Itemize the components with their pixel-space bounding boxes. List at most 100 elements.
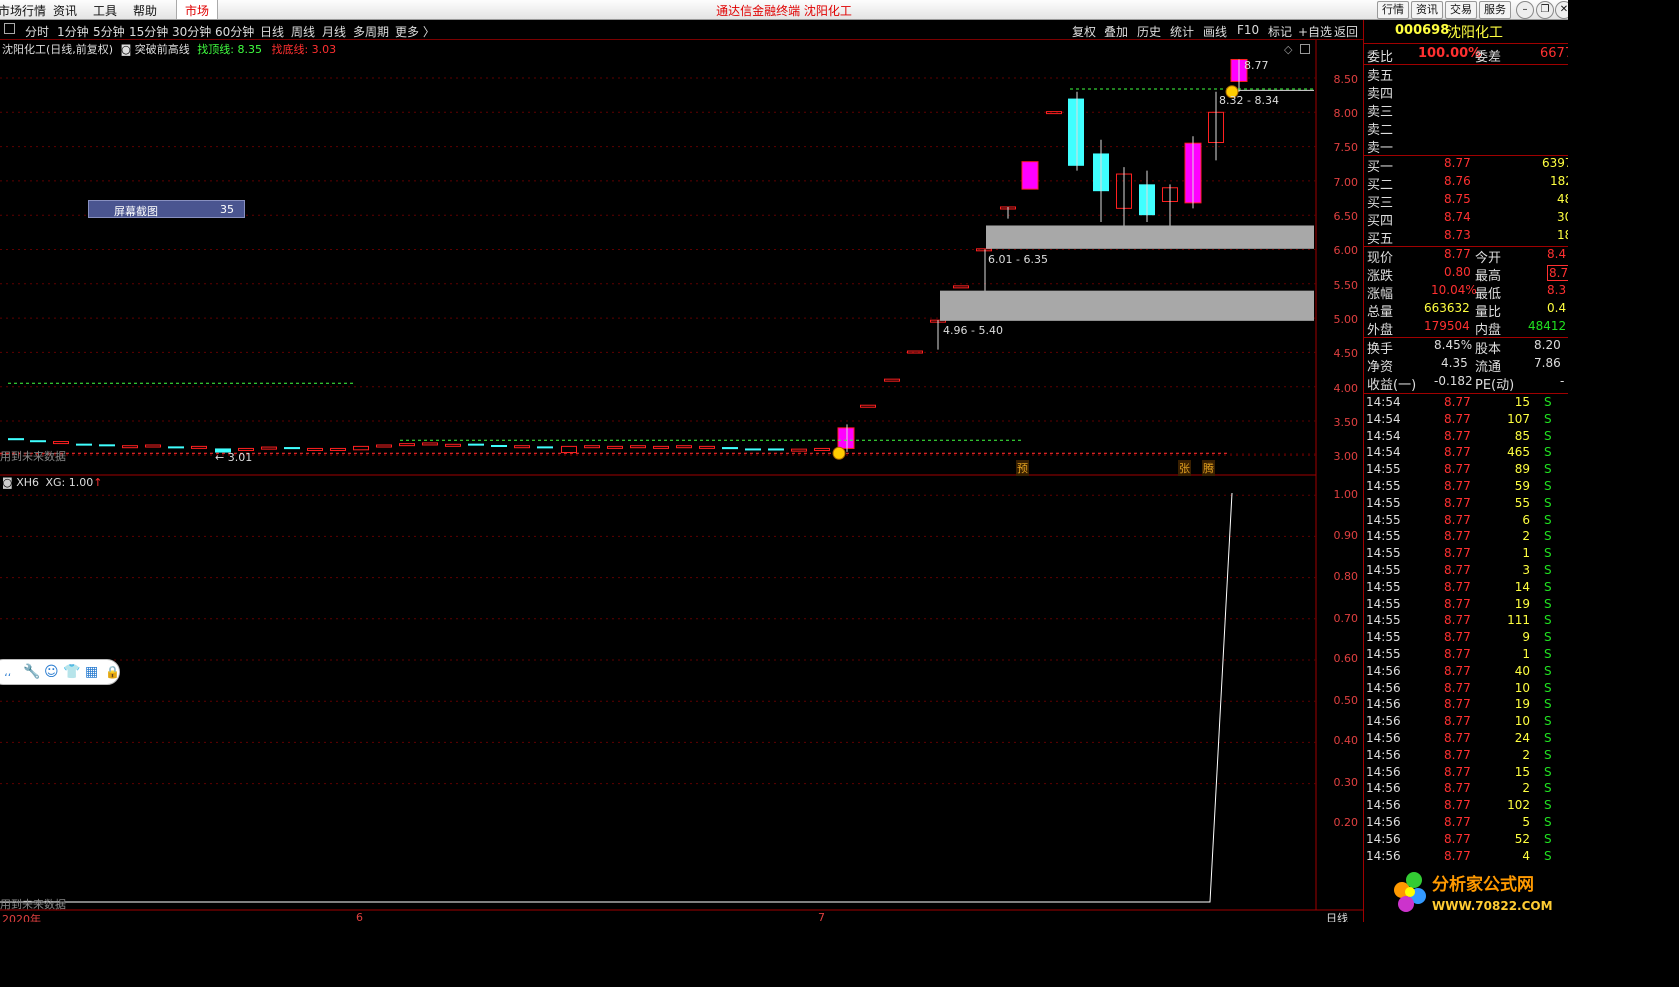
close-icon[interactable]: ✕: [1555, 1, 1568, 19]
panel-toggle-icon[interactable]: [4, 23, 15, 34]
tick-volume: 111: [1507, 613, 1530, 628]
sub-indicator-value: XG: 1.00: [45, 476, 94, 489]
f10-button[interactable]: F10: [1237, 23, 1259, 37]
tick-price: 8.77: [1444, 680, 1471, 695]
menu-news[interactable]: 资讯: [53, 2, 77, 19]
period-tick[interactable]: 分时: [25, 23, 49, 40]
sub-indicator-name: XH6: [16, 476, 39, 489]
stat-label: 总量: [1367, 305, 1394, 320]
axis-label: 1.00: [1333, 488, 1359, 501]
tick-price: 8.77: [1444, 512, 1471, 527]
tick-volume: 9: [1522, 630, 1530, 645]
screen-capture-label: 屏幕截图: [114, 205, 158, 218]
tick-price: 8.77: [1444, 697, 1471, 712]
tick-volume: 89: [1514, 462, 1530, 477]
period-15min[interactable]: 15分钟: [129, 23, 168, 40]
stat-label: PE(动): [1475, 378, 1515, 393]
tick-price: 8.77: [1444, 411, 1471, 426]
menu-help[interactable]: 帮助: [133, 2, 157, 19]
tick-row: 14:55 8.77 1 S: [1364, 647, 1568, 664]
period-5min[interactable]: 5分钟: [93, 23, 125, 40]
period-tag[interactable]: 日线: [1326, 910, 1348, 922]
axis-label: 6.50: [1333, 210, 1359, 223]
tick-side: S: [1544, 831, 1552, 846]
stat-value: 0.80: [1444, 265, 1471, 279]
axis-label: 0.60: [1333, 652, 1359, 665]
indicator-toggle-icon[interactable]: ◙: [121, 43, 132, 56]
tick-volume: 102: [1507, 798, 1530, 813]
draw-line-button[interactable]: 画线: [1203, 23, 1227, 40]
tick-row: 14:54 8.77 15 S: [1364, 395, 1568, 412]
axis-label: 0.50: [1333, 694, 1359, 707]
tick-row: 14:55 8.77 89 S: [1364, 462, 1568, 479]
history-button[interactable]: 历史: [1137, 23, 1161, 40]
tick-time: 14:55: [1366, 479, 1401, 493]
buy-level-volume: 6397: [1542, 156, 1568, 170]
tick-volume: 15: [1514, 764, 1530, 779]
tick-volume: 5: [1522, 815, 1530, 829]
watermark-logo: 分析家公式网 WWW.70822.COM: [1394, 872, 1553, 913]
back-button[interactable]: 返回: [1334, 23, 1358, 40]
candle: [1068, 98, 1084, 166]
trade-button[interactable]: 交易: [1445, 1, 1477, 19]
overlay-button[interactable]: 叠加: [1104, 23, 1128, 40]
stat-label: 内盘: [1475, 323, 1502, 338]
restore-rights-button[interactable]: 复权: [1072, 23, 1096, 40]
diamond-icon[interactable]: ◇: [1284, 43, 1292, 56]
menu-tools[interactable]: 工具: [93, 2, 117, 19]
mark-button[interactable]: 标记: [1268, 23, 1292, 40]
order-diff-label: 委差: [1475, 50, 1502, 65]
minimize-icon[interactable]: –: [1516, 1, 1534, 19]
wrench-icon[interactable]: 🔧: [23, 664, 40, 680]
screen-capture-panel[interactable]: 屏幕截图 35: [88, 200, 245, 218]
quote-icon[interactable]: ،،: [4, 666, 11, 679]
smile-icon[interactable]: ☺: [44, 664, 59, 680]
tick-price: 8.77: [1444, 579, 1471, 594]
tick-volume: 10: [1514, 714, 1530, 729]
axis-label: 0.80: [1333, 570, 1359, 583]
tick-side: S: [1544, 495, 1552, 510]
tab-market[interactable]: 市场: [176, 0, 219, 19]
period-weekly[interactable]: 周线: [291, 23, 315, 40]
candle: [768, 448, 784, 451]
shirt-icon[interactable]: 👕: [63, 664, 80, 680]
candle: [653, 445, 669, 449]
period-1min[interactable]: 1分钟: [57, 23, 89, 40]
period-more[interactable]: 更多 〉: [395, 23, 435, 40]
period-30min[interactable]: 30分钟: [172, 23, 211, 40]
low-price-label: ← 3.01: [215, 451, 253, 464]
expand-icon[interactable]: [1300, 44, 1310, 54]
sub-indicator-toggle-icon[interactable]: ◙: [2, 476, 13, 489]
statistics-button[interactable]: 统计: [1170, 23, 1194, 40]
period-monthly[interactable]: 月线: [322, 23, 346, 40]
candle: [76, 443, 92, 446]
period-60min[interactable]: 60分钟: [215, 23, 254, 40]
signal-icon: [832, 446, 846, 460]
lock-icon[interactable]: 🔒: [105, 665, 120, 679]
tick-side: S: [1544, 680, 1552, 695]
add-watchlist-button[interactable]: +自选: [1298, 23, 1332, 40]
kline-chart[interactable]: [0, 40, 1363, 922]
logo-url: WWW.70822.COM: [1432, 899, 1553, 913]
tick-time: 14:54: [1366, 411, 1401, 426]
tick-row: 14:55 8.77 55 S: [1364, 496, 1568, 513]
xg-line: [0, 492, 1233, 903]
buy-level-price: 8.75: [1444, 192, 1471, 206]
candle: [860, 404, 876, 408]
grid-icon[interactable]: ▦: [85, 664, 98, 680]
app-window: { "menubar":{ "items":["市场行情","资讯","工具",…: [0, 0, 1568, 922]
menu-market-quotes[interactable]: 市场行情: [0, 2, 46, 19]
service-button[interactable]: 服务: [1479, 1, 1511, 19]
news-button[interactable]: 资讯: [1411, 1, 1443, 19]
restore-icon[interactable]: ❐: [1536, 1, 1554, 19]
quotes-button[interactable]: 行情: [1377, 1, 1409, 19]
buy-level-price: 8.77: [1444, 156, 1471, 170]
tick-side: S: [1544, 815, 1552, 829]
period-daily[interactable]: 日线: [260, 23, 284, 40]
tick-list[interactable]: 14:54 8.77 15 S 14:54 8.77 107 S 14:54 8.77 85 S 14:…: [1364, 395, 1568, 922]
axis-label: 0.90: [1333, 529, 1359, 542]
tick-time: 14:54: [1366, 395, 1401, 409]
axis-label: 0.70: [1333, 612, 1359, 625]
tick-volume: 85: [1514, 428, 1530, 443]
period-multi[interactable]: 多周期: [353, 23, 389, 40]
